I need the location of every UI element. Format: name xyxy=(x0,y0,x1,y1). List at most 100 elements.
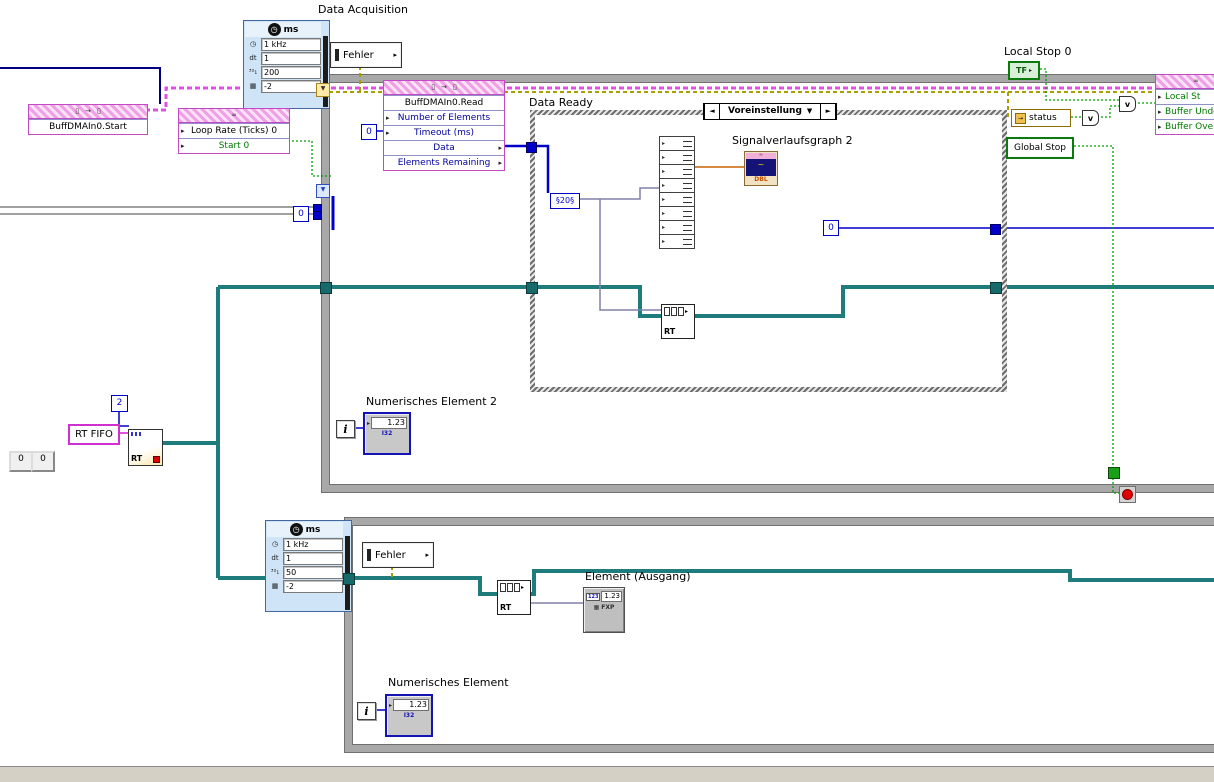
rt-fifo-create-node[interactable]: RT xyxy=(128,429,163,466)
error-ring-1[interactable]: Fehler ▸ xyxy=(330,42,402,68)
numeric-indicator-terminal-2[interactable]: ▸ 1.23 I32 xyxy=(363,412,411,455)
rt-fifo-read-node[interactable]: ▸ RT xyxy=(497,580,531,615)
i32-icon: ³²₁ xyxy=(270,568,280,576)
numeric-control-zero-b[interactable]: 0 xyxy=(31,451,55,472)
property-row-local-stop[interactable]: ▸ Local St xyxy=(1156,89,1214,104)
tunnel-scalar-b[interactable] xyxy=(313,211,322,220)
timing-dt-value[interactable]: 1 xyxy=(261,52,321,65)
timing-config-node-2[interactable]: ◷ ms ◷ 1 kHz dt 1 ³²₁ 50 ▦ -2 xyxy=(265,520,352,612)
iteration-terminal-2[interactable]: i xyxy=(357,702,376,720)
property-node-loop-rate[interactable]: ∞ ▸ Loop Rate (Ticks) 0 ▸ Start 0 xyxy=(178,108,290,154)
timing-priority-row[interactable]: ▦ -2 xyxy=(245,80,321,93)
tunnel-dma-reference[interactable]: ▼ xyxy=(316,83,330,97)
invoke-node-dma-start[interactable]: ▯ → ▯ BuffDMAIn0.Start xyxy=(28,104,148,135)
boolean-terminal-local-stop[interactable]: TF ▸ xyxy=(1008,61,1040,80)
input-timeout[interactable]: ▸ Timeout (ms) xyxy=(384,125,504,140)
timing-dt-value[interactable]: 1 xyxy=(283,552,343,565)
property-row-buffer-overflow[interactable]: ▸ Buffer Ove xyxy=(1156,119,1214,134)
timing-source-value[interactable]: 1 kHz xyxy=(261,38,321,51)
case-prev-button[interactable]: ◄ xyxy=(704,104,720,119)
timing-offset-value[interactable]: 50 xyxy=(283,566,343,579)
iteration-terminal-1[interactable]: i xyxy=(336,420,355,438)
glasses-icon: ∞ xyxy=(1193,77,1199,85)
timing-priority-row[interactable]: ▦ -2 xyxy=(267,580,343,593)
input-number-of-elements[interactable]: ▸ Number of Elements xyxy=(384,110,504,125)
output-elements-remaining[interactable]: Elements Remaining ▸ xyxy=(384,155,504,170)
method-name[interactable]: BuffDMAIn0.Read xyxy=(384,95,504,110)
constant-zero-case[interactable]: 0 xyxy=(823,220,839,236)
numeric-control-zero-a[interactable]: 0 xyxy=(9,451,33,472)
tunnel-fifo-loop1[interactable] xyxy=(320,282,332,294)
arrow-icon: → xyxy=(85,107,91,115)
timing-source-value[interactable]: 1 kHz xyxy=(283,538,343,551)
horizontal-scrollbar[interactable] xyxy=(0,766,1214,782)
or-function-2[interactable]: v xyxy=(1119,96,1136,112)
tunnel-data-case-left[interactable] xyxy=(526,142,537,153)
output-data[interactable]: Data ▸ xyxy=(384,140,504,155)
chevron-down-icon: ▼ xyxy=(806,107,813,115)
graph-plot-icon: ~ xyxy=(746,159,776,176)
timing-offset-value[interactable]: 200 xyxy=(261,66,321,79)
type-label: I32 xyxy=(403,712,415,719)
fifo-cells-icon: ▸ xyxy=(664,307,692,316)
page-icon: ▯ xyxy=(452,83,457,91)
case-next-button[interactable]: ► xyxy=(820,104,837,119)
array-input-cell: ▸ xyxy=(659,220,695,235)
arrow-icon: → xyxy=(441,83,447,91)
label-data-acquisition: Data Acquisition xyxy=(318,3,409,16)
timing-header: ◷ ms xyxy=(245,22,321,37)
pointer-icon: ▸ xyxy=(1028,67,1032,74)
timing-priority-value[interactable]: -2 xyxy=(283,580,343,593)
grid-icon: ▦ xyxy=(249,82,257,90)
rt-fifo-name-constant[interactable]: RT FIFO xyxy=(68,424,120,445)
local-variable-global-stop[interactable]: Global Stop xyxy=(1006,137,1074,159)
invoke-node-dma-read[interactable]: ▯ → ▯ BuffDMAIn0.Read ▸ Number of Elemen… xyxy=(383,80,505,171)
rt-label: RT xyxy=(664,327,676,336)
method-name[interactable]: BuffDMAIn0.Start xyxy=(29,119,147,134)
tunnel-stop-loop1[interactable] xyxy=(1108,467,1120,479)
rt-fifo-write-node[interactable]: ▸ RT xyxy=(661,304,695,339)
tunnel-data-input[interactable]: ▼ xyxy=(316,184,330,198)
error-ring-2[interactable]: Fehler ▸ xyxy=(362,542,434,568)
constant-two[interactable]: 2 xyxy=(111,395,128,412)
input-arrow-icon: ▸ xyxy=(181,142,185,150)
timing-priority-value[interactable]: -2 xyxy=(261,80,321,93)
element-output-terminal[interactable]: 123 1.23 ▦ FXP xyxy=(583,587,625,633)
local-variable-status[interactable]: → status xyxy=(1011,109,1071,127)
pointer-icon: ▸ xyxy=(425,551,429,559)
tunnel-fifo-case-left[interactable] xyxy=(526,282,538,294)
timing-dt-row[interactable]: dt 1 xyxy=(245,52,321,65)
rt-label: RT xyxy=(131,454,143,463)
timing-source-row[interactable]: ◷ 1 kHz xyxy=(267,538,343,551)
label-numeric-element: Numerisches Element xyxy=(388,676,509,689)
label-element-output: Element (Ausgang) xyxy=(585,570,691,583)
tunnel-fifo-case-right[interactable] xyxy=(990,282,1002,294)
timing-offset-row[interactable]: ³²₁ 50 xyxy=(267,566,343,579)
property-row[interactable]: ▸ Loop Rate (Ticks) 0 xyxy=(179,123,289,138)
scalar-wires xyxy=(0,206,316,215)
fxp-subset-node[interactable]: §20§ xyxy=(550,193,580,209)
or-function-1[interactable]: v xyxy=(1082,110,1099,126)
timing-dt-row[interactable]: dt 1 xyxy=(267,552,343,565)
property-node-buffer-status[interactable]: ∞ ▸ Local St ▸ Buffer Unde ▸ Buffer Ove xyxy=(1155,74,1214,135)
waveform-graph-terminal[interactable]: ≈ ~ DBL xyxy=(744,151,778,186)
timing-offset-row[interactable]: ³²₁ 200 xyxy=(245,66,321,79)
rt-label: RT xyxy=(500,603,512,612)
constant-zero-timeout[interactable]: 0 xyxy=(361,124,377,140)
output-arrow-icon: ▸ xyxy=(498,159,502,167)
loop-stop-terminal[interactable] xyxy=(1119,486,1136,503)
numeric-indicator-terminal-1[interactable]: ▸ 1.23 I32 xyxy=(385,694,433,737)
tunnel-fifo-loop2[interactable] xyxy=(343,573,355,585)
case-selector-label[interactable]: Voreinstellung ▼ xyxy=(720,104,820,119)
numeric-display: 1.23 xyxy=(601,591,622,602)
property-row[interactable]: ▸ Start 0 xyxy=(179,138,289,153)
array-input-cell: ▸ xyxy=(659,206,695,221)
timing-source-row[interactable]: ◷ 1 kHz xyxy=(245,38,321,51)
stopwatch-icon: ◷ xyxy=(267,23,281,36)
frame-wire xyxy=(0,67,161,104)
tunnel-zero-case-right[interactable] xyxy=(990,224,1001,235)
property-row-buffer-underflow[interactable]: ▸ Buffer Unde xyxy=(1156,104,1214,119)
case-selector[interactable]: ◄ Voreinstellung ▼ ► xyxy=(703,103,838,120)
constant-zero-left[interactable]: 0 xyxy=(293,206,309,222)
build-array-node[interactable]: ▸ ▸ ▸ ▸ ▸ ▸ ▸ ▸ xyxy=(659,136,695,249)
